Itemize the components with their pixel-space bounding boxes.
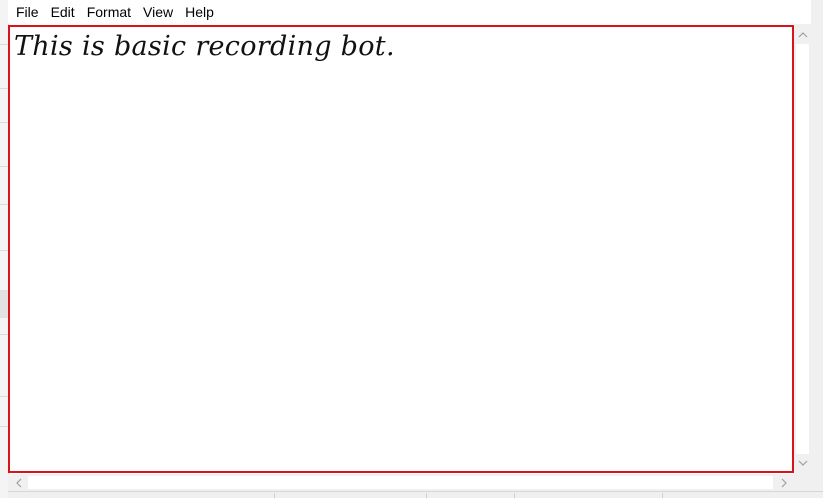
- menu-bar: File Edit Format View Help: [8, 0, 823, 24]
- editor-content[interactable]: This is basic recording bot.: [14, 31, 395, 62]
- divider: [0, 88, 8, 89]
- divider: [0, 396, 8, 397]
- status-divider: [426, 493, 427, 498]
- horizontal-scrollbar[interactable]: [8, 474, 794, 491]
- text-editor-area[interactable]: This is basic recording bot.: [8, 25, 794, 473]
- menu-format[interactable]: Format: [81, 0, 137, 24]
- chevron-down-icon[interactable]: [794, 454, 811, 471]
- divider: [0, 44, 8, 45]
- menu-file[interactable]: File: [10, 0, 45, 24]
- divider: [0, 204, 8, 205]
- status-divider: [274, 493, 275, 498]
- notepad-window: File Edit Format View Help This is basic…: [0, 0, 823, 498]
- divider: [0, 426, 8, 427]
- horizontal-scroll-thumb[interactable]: [28, 476, 773, 489]
- menu-view[interactable]: View: [137, 0, 179, 24]
- status-divider: [662, 493, 663, 498]
- window-frame-edge: [811, 0, 823, 498]
- divider: [0, 122, 8, 123]
- vertical-scrollbar[interactable]: [794, 24, 811, 474]
- divider: [0, 334, 8, 335]
- menu-help[interactable]: Help: [179, 0, 220, 24]
- chevron-left-icon[interactable]: [10, 474, 27, 491]
- scrollbar-corner: [794, 474, 811, 491]
- status-divider: [514, 493, 515, 498]
- divider: [0, 166, 8, 167]
- chevron-up-icon[interactable]: [794, 26, 811, 43]
- status-bar: [8, 491, 823, 498]
- highlight-row: [0, 290, 8, 318]
- vertical-scroll-thumb[interactable]: [796, 44, 809, 454]
- divider: [0, 250, 8, 251]
- menu-edit[interactable]: Edit: [45, 0, 81, 24]
- chevron-right-icon[interactable]: [775, 474, 792, 491]
